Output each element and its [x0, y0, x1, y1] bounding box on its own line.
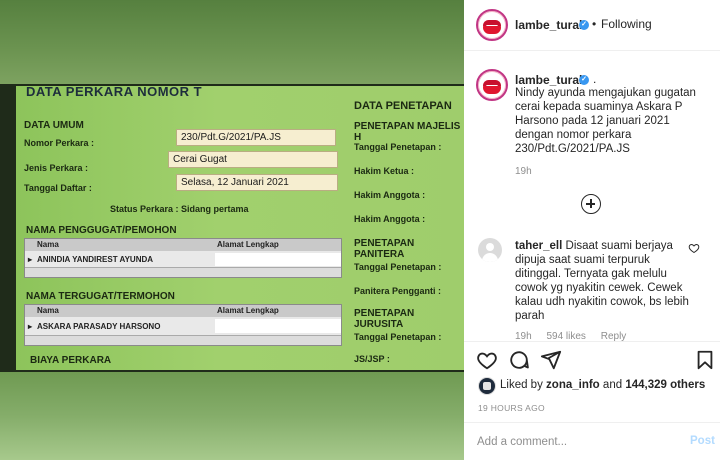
separator-dot: • [592, 17, 597, 31]
load-more-comments-button[interactable] [581, 194, 601, 214]
col-nama: Nama [37, 240, 59, 249]
tanggal-penetapan-1: Tanggal Penetapan : [354, 142, 442, 152]
tergugat-table: Nama Alamat Lengkap ▸ ASKARA PARASADY HA… [24, 304, 342, 346]
caption-username[interactable]: lambe_turah [515, 73, 586, 87]
tanggal-penetapan-2: Tanggal Penetapan : [354, 262, 442, 272]
comment-text: Disaat suami berjaya dipuja saat suami t… [515, 240, 689, 322]
alamat-cell [215, 253, 341, 266]
hakim-anggota-2: Hakim Anggota : [354, 214, 426, 224]
nomor-perkara-label: Nomor Perkara : [24, 138, 95, 148]
court-case-screen: DATA PERKARA NOMOR T DATA UMUM Nomor Per… [16, 86, 464, 370]
zona-info-avatar[interactable] [478, 377, 496, 395]
js-jsp: JS/JSP : [354, 354, 390, 364]
commenter-avatar[interactable] [478, 238, 502, 262]
caption-dot: . [593, 72, 597, 86]
panitera-heading: PENETAPAN PANITERA [354, 238, 415, 260]
col-alamat: Alamat Lengkap [217, 306, 279, 315]
liked-prefix: Liked by [500, 379, 543, 391]
comment-icon[interactable] [508, 349, 530, 371]
penggugat-table: Nama Alamat Lengkap ▸ ANINDIA YANDIREST … [24, 238, 342, 278]
penggugat-heading: NAMA PENGGUGAT/PEMOHON [26, 225, 177, 236]
jenis-perkara-value: Cerai Gugat [168, 151, 338, 168]
alamat-cell [215, 319, 341, 333]
caption-time[interactable]: 19h [515, 166, 532, 177]
liked-by-line: Liked by zona_info and 144,329 others [500, 379, 705, 391]
heart-icon[interactable] [476, 349, 498, 371]
comment-body: taher_ell Disaat suami berjaya dipuja sa… [515, 239, 695, 323]
hakim-ketua: Hakim Ketua : [354, 166, 415, 176]
hakim-anggota-1: Hakim Anggota : [354, 190, 426, 200]
tergugat-name: ASKARA PARASADY HARSONO [37, 322, 161, 331]
comment-time[interactable]: 19h [515, 331, 532, 341]
data-umum-heading: DATA UMUM [24, 120, 84, 131]
liked-and: and [602, 379, 623, 391]
verified-icon: ✓ [579, 20, 589, 30]
header-divider [464, 50, 720, 51]
comment-likes[interactable]: 594 likes [546, 331, 585, 341]
header-username[interactable]: lambe_turah [515, 18, 586, 32]
comment-like-heart-icon[interactable] [688, 242, 700, 254]
status-perkara: Status Perkara : Sidang pertama [110, 204, 249, 214]
table-scrollbar [25, 267, 341, 277]
comment-divider [464, 422, 720, 423]
penggugat-table-header: Nama Alamat Lengkap [25, 239, 341, 251]
comment-username[interactable]: taher_ell [515, 240, 562, 252]
tergugat-table-header: Nama Alamat Lengkap [25, 305, 341, 317]
majelis-heading: PENETAPAN MAJELIS H [354, 121, 461, 143]
following-button[interactable]: Following [601, 17, 652, 31]
liked-user[interactable]: zona_info [546, 379, 600, 391]
penetapan-heading: DATA PENETAPAN [354, 100, 452, 112]
photo-background-bottom [0, 372, 464, 460]
photo-background-top [0, 0, 464, 88]
post-side-panel: lambe_turah ✓ • Following lambe_turah ✓ … [464, 0, 720, 460]
jurusita-heading: PENETAPAN JURUSITA [354, 308, 415, 330]
col-nama: Nama [37, 306, 59, 315]
actions-divider [464, 341, 720, 342]
share-icon[interactable] [540, 349, 562, 371]
jenis-perkara-label: Jenis Perkara : [24, 163, 89, 173]
tanggal-penetapan-3: Tanggal Penetapan : [354, 332, 442, 342]
bookmark-icon[interactable] [694, 349, 716, 371]
caption-avatar[interactable] [476, 69, 508, 101]
col-alamat: Alamat Lengkap [217, 240, 279, 249]
post-time[interactable]: 19 HOURS AGO [478, 403, 545, 413]
liked-count[interactable]: 144,329 others [625, 379, 705, 391]
add-comment-input[interactable] [477, 433, 677, 451]
biaya-heading: BIAYA PERKARA [30, 355, 112, 366]
comment-reply[interactable]: Reply [601, 331, 627, 341]
screen-title: DATA PERKARA NOMOR T [26, 86, 203, 99]
panitera-pengganti: Panitera Pengganti : [354, 286, 442, 296]
nomor-perkara-value: 230/Pdt.G/2021/PA.JS [176, 129, 336, 146]
tanggal-daftar-label: Tanggal Daftar : [24, 183, 92, 193]
verified-icon: ✓ [579, 75, 589, 85]
comment-meta: 19h 594 likes Reply [515, 331, 638, 341]
table-scrollbar [25, 335, 341, 345]
post-comment-button[interactable]: Post [690, 435, 715, 447]
penggugat-name: ANINDIA YANDIREST AYUNDA [37, 255, 154, 264]
caption-text: Nindy ayunda mengajukan gugatan cerai ke… [515, 87, 696, 155]
lambe-turah-avatar[interactable] [476, 9, 508, 41]
post-photo[interactable]: DATA PERKARA NOMOR T DATA UMUM Nomor Per… [0, 0, 464, 460]
tanggal-daftar-value: Selasa, 12 Januari 2021 [176, 174, 338, 191]
tergugat-heading: NAMA TERGUGAT/TERMOHON [26, 291, 175, 302]
